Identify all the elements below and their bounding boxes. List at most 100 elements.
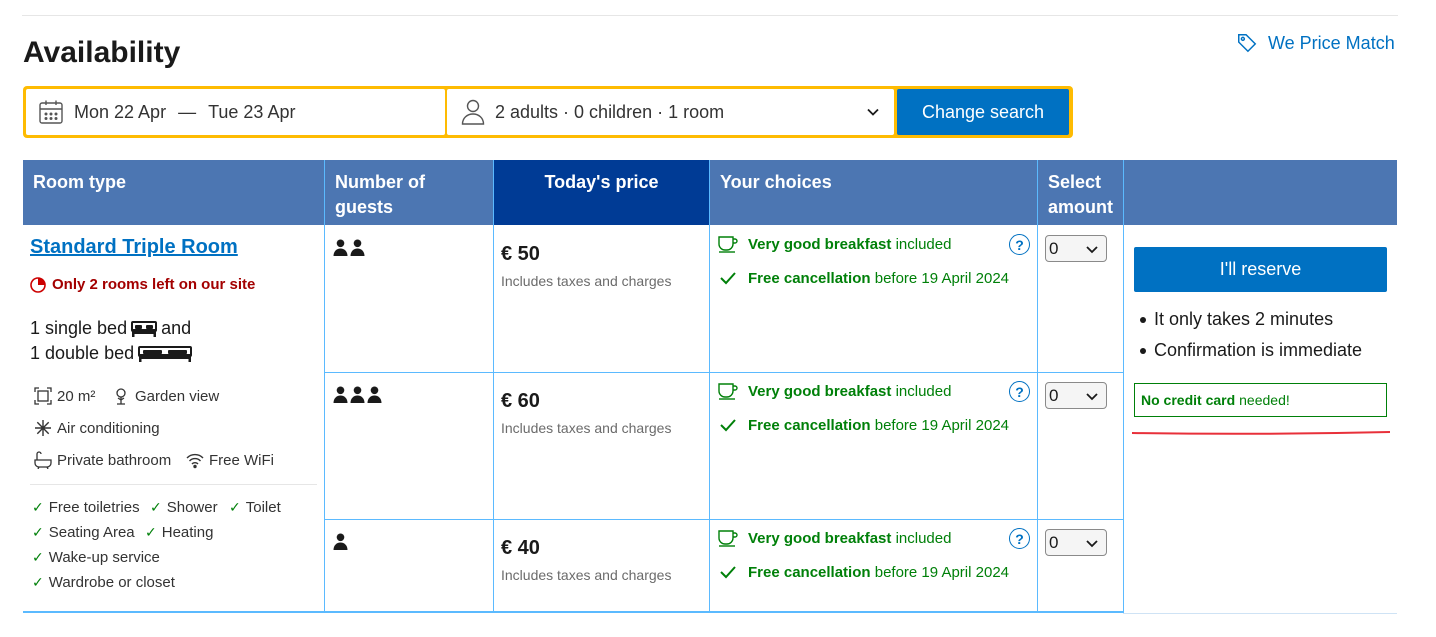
amenity-item: ✓ Wardrobe or closet xyxy=(32,574,175,591)
breakfast-bold: Very good breakfast xyxy=(748,382,892,400)
room-size-text: 20 m² xyxy=(57,387,96,405)
free-wifi-text: Free WiFi xyxy=(209,451,274,469)
cancellation-choice: Free cancellation before 19 April 2024 xyxy=(718,563,1009,581)
room-amount-select[interactable]: 0 xyxy=(1045,382,1107,409)
garden-view-text: Garden view xyxy=(135,387,220,405)
grid-line xyxy=(1123,160,1124,613)
bed-double-text: 1 double bed xyxy=(30,343,135,363)
header-todays-price: Today's price xyxy=(493,160,710,225)
taxes-note: Includes taxes and charges xyxy=(501,567,672,583)
breakfast-choice: Very good breakfast included xyxy=(718,235,951,253)
red-underline-annotation xyxy=(1131,431,1391,435)
breakfast-bold: Very good breakfast xyxy=(748,529,892,547)
grid-line xyxy=(493,160,494,613)
breakfast-bold: Very good breakfast xyxy=(748,235,892,253)
chevron-down-icon xyxy=(1086,393,1098,401)
search-bar: Mon 22 Apr — Tue 23 Apr 2 adults · 0 chi… xyxy=(23,86,1073,138)
coffee-cup-icon xyxy=(718,530,738,547)
breakfast-rest: included xyxy=(895,235,952,253)
person-icon xyxy=(333,533,348,550)
price-match-label: We Price Match xyxy=(1268,32,1395,53)
bullet-text: Confirmation is immediate xyxy=(1154,340,1363,360)
amenity-item: ✓ Toilet xyxy=(229,499,281,516)
person-icon xyxy=(367,386,382,403)
date-separator: — xyxy=(178,101,197,122)
room-name-link[interactable]: Standard Triple Room xyxy=(30,236,238,259)
bullet-dot xyxy=(1140,347,1146,354)
single-bed-icon xyxy=(131,320,158,337)
check-icon xyxy=(720,566,736,579)
reserve-button[interactable]: I'll reserve xyxy=(1134,247,1387,292)
room-amount-select[interactable]: 0 xyxy=(1045,529,1107,556)
price-match-link[interactable]: We Price Match xyxy=(1236,32,1395,54)
grid-line xyxy=(324,372,1124,373)
amenity-label: Wardrobe or closet xyxy=(48,574,175,591)
room-price: € 40 xyxy=(501,537,540,559)
no-credit-card-badge: No credit card needed! xyxy=(1134,383,1387,417)
top-divider xyxy=(22,15,1398,16)
grid-line xyxy=(23,611,1124,613)
check-icon: ✓ xyxy=(145,524,157,540)
guest-count-icons xyxy=(333,386,382,403)
amenity-label: Seating Area xyxy=(48,524,135,541)
amenity-item: ✓ Free toiletries xyxy=(32,499,140,516)
breakfast-rest: included xyxy=(895,382,952,400)
check-icon: ✓ xyxy=(150,499,162,515)
chevron-down-icon xyxy=(1086,540,1098,548)
info-question-icon[interactable]: ? xyxy=(1009,381,1030,402)
info-question-icon[interactable]: ? xyxy=(1009,234,1030,255)
guests-picker[interactable]: 2 adults · 0 children · 1 room xyxy=(447,89,894,135)
amenity-label: Free toiletries xyxy=(48,499,140,516)
room-price: € 60 xyxy=(501,390,540,412)
breakfast-choice: Very good breakfast included xyxy=(718,529,951,547)
amenity-item: ✓ Shower xyxy=(150,499,218,516)
reserve-bullet: It only takes 2 minutes xyxy=(1140,309,1333,330)
chevron-down-icon xyxy=(1086,246,1098,254)
check-icon: ✓ xyxy=(32,499,44,515)
breakfast-choice: Very good breakfast included xyxy=(718,382,951,400)
grid-line xyxy=(324,160,325,613)
bed-single-text: 1 single bed xyxy=(30,318,128,338)
header-number-of-guests: Number of guests xyxy=(325,160,493,225)
grid-line xyxy=(1037,160,1038,613)
facility-free-wifi: Free WiFi xyxy=(186,451,274,469)
garden-icon xyxy=(116,388,126,405)
scarcity-message: Only 2 rooms left on our site xyxy=(30,276,255,293)
double-bed-icon xyxy=(138,345,193,362)
room-amount-select[interactable]: 0 xyxy=(1045,235,1107,262)
change-search-button[interactable]: Change search xyxy=(897,89,1069,135)
private-bathroom-text: Private bathroom xyxy=(57,451,172,469)
header-room-type: Room type xyxy=(23,160,325,225)
bathtub-icon xyxy=(34,451,52,469)
guest-count-icons xyxy=(333,533,348,550)
room-price: € 50 xyxy=(501,243,540,265)
room-size-icon xyxy=(34,387,52,405)
bullet-text: It only takes 2 minutes xyxy=(1154,309,1334,329)
cancel-rest: before 19 April 2024 xyxy=(874,269,1010,287)
info-question-icon[interactable]: ? xyxy=(1009,528,1030,549)
guest-count-icons xyxy=(333,239,365,256)
breakfast-rest: included xyxy=(895,529,952,547)
chevron-down-icon xyxy=(867,108,879,116)
amenity-item: ✓ Wake-up service xyxy=(32,549,160,566)
cancel-bold: Free cancellation xyxy=(748,269,871,287)
cancellation-choice: Free cancellation before 19 April 2024 xyxy=(718,269,1009,287)
cancel-bold: Free cancellation xyxy=(748,563,871,581)
header-select-amount: Select amount xyxy=(1038,160,1124,225)
amenity-label: Toilet xyxy=(245,499,281,516)
grid-line xyxy=(324,519,1124,520)
coffee-cup-icon xyxy=(718,383,738,400)
room-amount-value: 0 xyxy=(1049,532,1059,552)
grid-line xyxy=(1123,613,1397,614)
date-picker[interactable]: Mon 22 Apr — Tue 23 Apr xyxy=(26,89,445,135)
page-title: Availability xyxy=(23,36,181,69)
facility-air-conditioning: Air conditioning xyxy=(34,419,160,437)
price-tag-icon xyxy=(1238,34,1257,53)
check-icon: ✓ xyxy=(32,574,44,590)
facilities-divider xyxy=(30,484,317,485)
cancel-bold: Free cancellation xyxy=(748,416,871,434)
person-icon xyxy=(350,239,365,256)
check-icon: ✓ xyxy=(32,524,44,540)
cancel-rest: before 19 April 2024 xyxy=(874,416,1010,434)
person-icon xyxy=(461,99,485,125)
